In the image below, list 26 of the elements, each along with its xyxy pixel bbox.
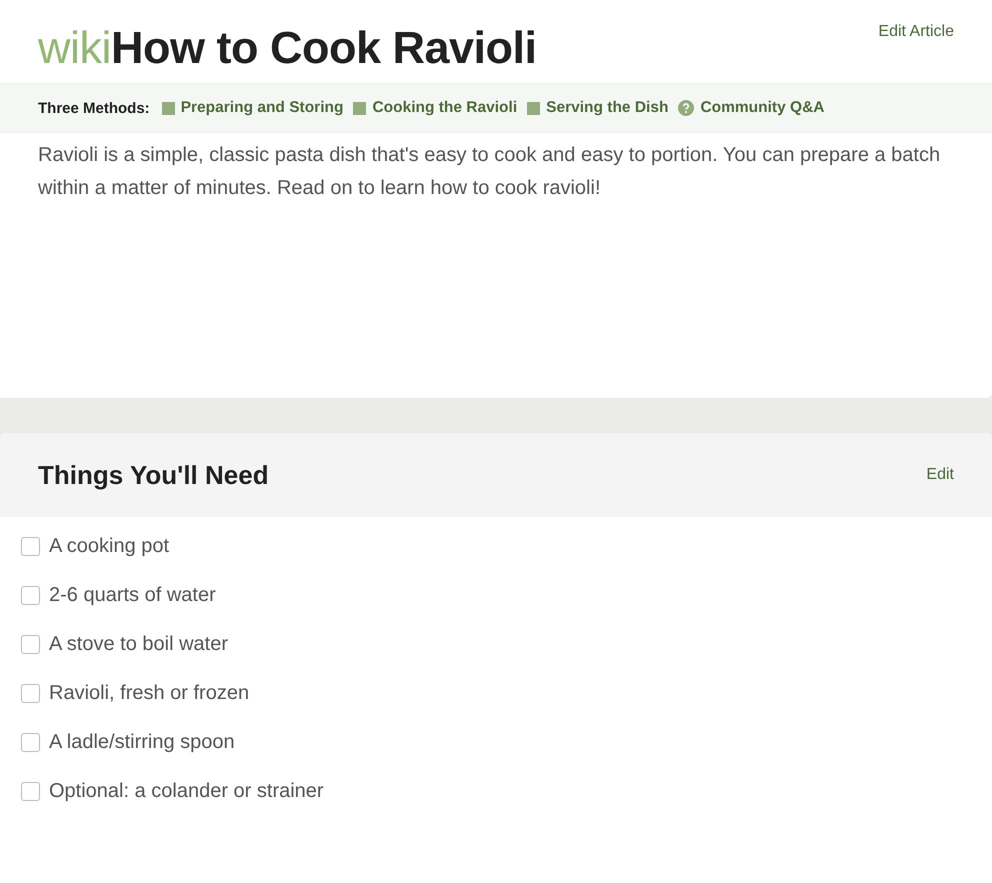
edit-link[interactable]: Edit <box>926 466 954 484</box>
methods-label: Three Methods: <box>38 100 150 116</box>
item-label: Ravioli, fresh or frozen <box>49 682 250 705</box>
square-icon <box>353 102 366 114</box>
checkbox[interactable] <box>21 635 40 654</box>
question-icon <box>678 100 694 116</box>
article-title: wikiHow to Cook Ravioli <box>38 21 537 75</box>
checkbox[interactable] <box>21 537 40 556</box>
section-heading: Things You'll Need <box>38 460 269 490</box>
square-icon <box>527 102 540 114</box>
item-label: A ladle/stirring spoon <box>49 731 235 754</box>
square-icon <box>162 102 175 114</box>
method-link[interactable]: Community Q&A <box>678 99 824 117</box>
intro-paragraph: Ravioli is a simple, classic pasta dish that's easy to cook and easy to portion. You can prepare a batch within a matter of minutes. Read on to learn how to cook ravioli! <box>38 143 942 201</box>
method-link[interactable]: Preparing and Storing <box>162 99 344 117</box>
checkbox[interactable] <box>21 684 40 703</box>
checkbox[interactable] <box>21 586 40 605</box>
edit-article-link[interactable]: Edit Article <box>878 23 954 41</box>
item-label: Optional: a colander or strainer <box>49 780 324 803</box>
checkbox[interactable] <box>21 782 40 801</box>
method-link[interactable]: Serving the Dish <box>527 99 668 117</box>
checkbox[interactable] <box>21 733 40 752</box>
item-label: A cooking pot <box>49 535 170 558</box>
item-label: A stove to boil water <box>49 633 228 656</box>
method-link[interactable]: Cooking the Ravioli <box>353 99 518 117</box>
item-label: 2-6 quarts of water <box>49 584 216 607</box>
